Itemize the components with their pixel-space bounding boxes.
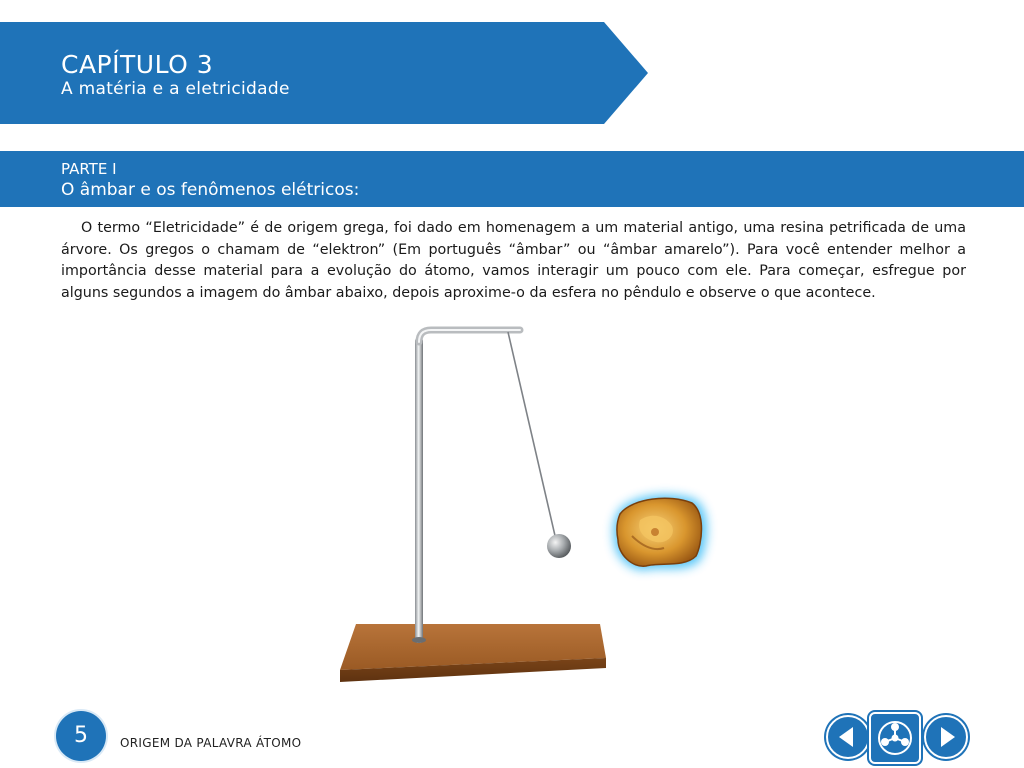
pendulum-sphere[interactable] (547, 534, 571, 558)
amber-stone[interactable] (613, 494, 707, 571)
pendulum-string (507, 331, 557, 541)
previous-page-button[interactable] (826, 715, 870, 759)
arrow-right-icon (941, 727, 955, 747)
arrow-left-icon (839, 727, 853, 747)
page-number-badge: 5 (56, 711, 106, 761)
next-page-button[interactable] (924, 715, 968, 759)
wooden-base (340, 624, 606, 682)
menu-button[interactable] (869, 712, 921, 764)
footer-section-title: ORIGEM DA PALAVRA ÁTOMO (120, 736, 302, 750)
molecule-menu-icon (878, 721, 912, 755)
pendulum-stand (412, 326, 524, 643)
pendulum-scene (340, 326, 707, 682)
